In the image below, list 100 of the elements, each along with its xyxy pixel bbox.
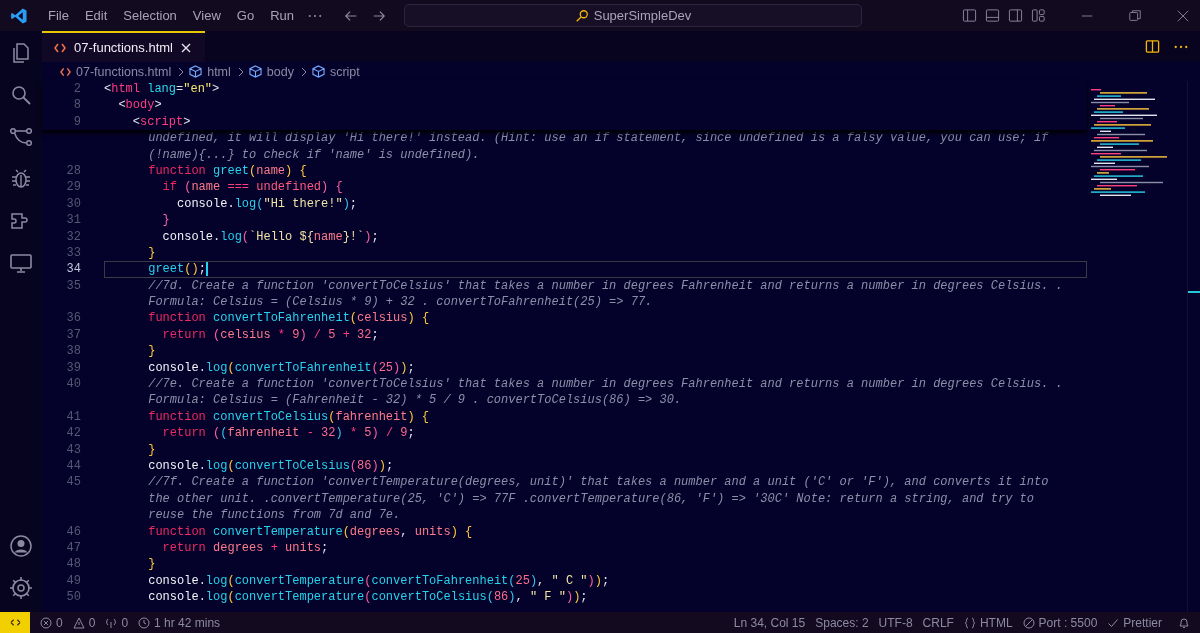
- line-number: 35: [65, 277, 81, 295]
- code-line: <html lang="en">: [104, 81, 220, 98]
- panel-toggle-icon[interactable]: [985, 8, 1000, 23]
- menu-item[interactable]: Go: [228, 8, 263, 23]
- line-number: 39: [65, 359, 81, 377]
- line-number: 33: [65, 244, 81, 262]
- status-item[interactable]: 0: [40, 615, 63, 630]
- line-number: 36: [65, 310, 81, 327]
- status-item[interactable]: Ln 34, Col 15: [733, 615, 806, 630]
- menu-item[interactable]: View: [184, 8, 229, 23]
- breadcrumb-item[interactable]: 07-functions.html: [76, 64, 172, 79]
- line-number: 42: [65, 425, 81, 442]
- forward-icon[interactable]: [372, 8, 386, 23]
- line-number: 2: [72, 81, 81, 98]
- chevron-icon: [300, 66, 307, 77]
- line-number: 46: [65, 523, 81, 540]
- breadcrumb-item[interactable]: script: [329, 64, 360, 79]
- broadcast-icon: [105, 616, 118, 629]
- line-number: 49: [65, 572, 81, 590]
- search-icon[interactable]: [9, 83, 33, 107]
- search-icon: [574, 8, 589, 23]
- line-number: 31: [65, 212, 81, 229]
- breadcrumb-item[interactable]: html: [207, 64, 231, 79]
- code-line: undefined, it will display 'Hi there!' instead. (Hint: use an if statement, since undefined is a falsy value, you can use; if: [147, 130, 1049, 147]
- settings-icon[interactable]: [9, 576, 33, 600]
- chevron-icon: [178, 66, 185, 77]
- code-line: console.log(convertToCelsius(86));: [147, 458, 394, 475]
- html-file-icon: [60, 66, 71, 77]
- code-line: //7f. Create a function 'convertTemperature(degrees, unit)' that takes a number and a unit ('C' or 'F'), and converts it into: [147, 474, 1049, 491]
- status-item[interactable]: CRLF: [922, 615, 954, 630]
- no-entry-icon: [1022, 616, 1035, 629]
- code-line: Formula: Celsius = (Celsius * 9) + 32 . convertToFahrenheit(25) => 77.: [147, 294, 653, 311]
- status-item[interactable]: Spaces: 2: [815, 615, 869, 630]
- code-line: reuse the functions from 7d and 7e.: [147, 507, 401, 524]
- warning-icon: [72, 616, 85, 629]
- more-icon[interactable]: [308, 13, 322, 18]
- code-line: console.log(convertTemperature(convertToFahrenheit(25), " C "));: [147, 572, 610, 590]
- code-line: greet();: [147, 261, 206, 278]
- check-icon: [1107, 616, 1120, 629]
- remote-icon: [9, 617, 21, 628]
- account-icon[interactable]: [9, 534, 33, 558]
- more-icon[interactable]: [1174, 44, 1188, 49]
- status-item[interactable]: HTML: [963, 615, 1013, 630]
- breadcrumb-item[interactable]: body: [266, 64, 294, 79]
- status-item[interactable]: Prettier: [1107, 615, 1162, 630]
- line-number: 40: [65, 376, 81, 393]
- layout-icon[interactable]: [1031, 8, 1046, 23]
- secondary-sidebar-icon[interactable]: [1008, 8, 1023, 23]
- line-number: 43: [65, 441, 81, 458]
- chevron-icon: [237, 66, 244, 77]
- line-number: 34: [65, 261, 81, 278]
- bug-icon[interactable]: [9, 167, 33, 191]
- code-line: return (celsius * 9) / 5 + 32;: [161, 326, 379, 344]
- code-line: function greet(name) {: [147, 162, 307, 180]
- html-file-icon: [54, 42, 66, 53]
- restore-icon[interactable]: [1128, 8, 1142, 23]
- menu-item[interactable]: Edit: [76, 8, 116, 23]
- code-line: }: [147, 343, 156, 360]
- cube-icon: [311, 65, 325, 78]
- line-number: 30: [65, 195, 81, 213]
- status-item[interactable]: 1 hr 42 mins: [138, 615, 221, 630]
- source-control-icon[interactable]: [9, 125, 33, 149]
- code-line: <script>: [131, 113, 191, 131]
- code-line: function convertToFahrenheit(celsius) {: [147, 310, 430, 327]
- line-number: 50: [65, 589, 81, 606]
- scroll-marker: [1188, 291, 1200, 293]
- status-item[interactable]: UTF-8: [878, 615, 913, 630]
- editor-tab[interactable]: 07-functions.html: [42, 31, 205, 62]
- line-number: 38: [65, 343, 81, 360]
- line-number: 29: [65, 179, 81, 196]
- back-icon[interactable]: [344, 8, 358, 23]
- code-line: //7e. Create a function 'convertToCelsius' that takes a number in degrees Fahrenheit and returns a number in degrees Celsius. .: [147, 376, 1063, 393]
- code-line: //7d. Create a function 'convertToCelsius' that takes a number in degrees Fahrenheit and returns a number in degrees Celsius. .: [147, 277, 1063, 295]
- split-editor-icon[interactable]: [1145, 39, 1160, 54]
- error-icon: [40, 616, 52, 629]
- menu-item[interactable]: File: [40, 8, 77, 23]
- code-line: Formula: Celsius = (Fahrenheit - 32) * 5 / 9 . convertToCelsius(86) => 30.: [147, 392, 682, 409]
- menu-item[interactable]: Run: [262, 8, 302, 23]
- menu-item[interactable]: Selection: [115, 8, 185, 23]
- line-number: 41: [65, 408, 81, 426]
- code-line: (!name){...} to check if 'name' is undefined).: [147, 146, 480, 163]
- command-center[interactable]: SuperSimpleDev: [404, 4, 862, 27]
- code-line: console.log(`Hello ${name}!`);: [161, 228, 379, 245]
- bell-icon[interactable]: [1178, 616, 1190, 629]
- status-item[interactable]: Port : 5500: [1022, 615, 1098, 630]
- code-line: <body>: [117, 97, 162, 114]
- text-cursor: [205, 262, 208, 277]
- braces-icon: [963, 616, 976, 629]
- sidebar-toggle-icon[interactable]: [962, 8, 977, 23]
- status-item[interactable]: 0: [105, 615, 129, 630]
- code-line: console.log("Hi there!");: [176, 195, 358, 213]
- status-item[interactable]: 0: [72, 615, 96, 630]
- monitor-icon[interactable]: [9, 251, 33, 275]
- remote-button[interactable]: [0, 612, 30, 633]
- line-number: 37: [65, 326, 81, 344]
- code-line: if (name === undefined) {: [161, 179, 343, 196]
- cube-icon: [189, 65, 203, 78]
- logo-icon: [10, 6, 28, 25]
- code-line: the other unit. .convertTemperature(25, 'C') => 77F .convertTemperature(86, 'F') => '30C' Note: return a string, and try to: [147, 490, 1034, 508]
- code-line: return ((fahrenheit - 32) * 5) / 9;: [161, 425, 415, 442]
